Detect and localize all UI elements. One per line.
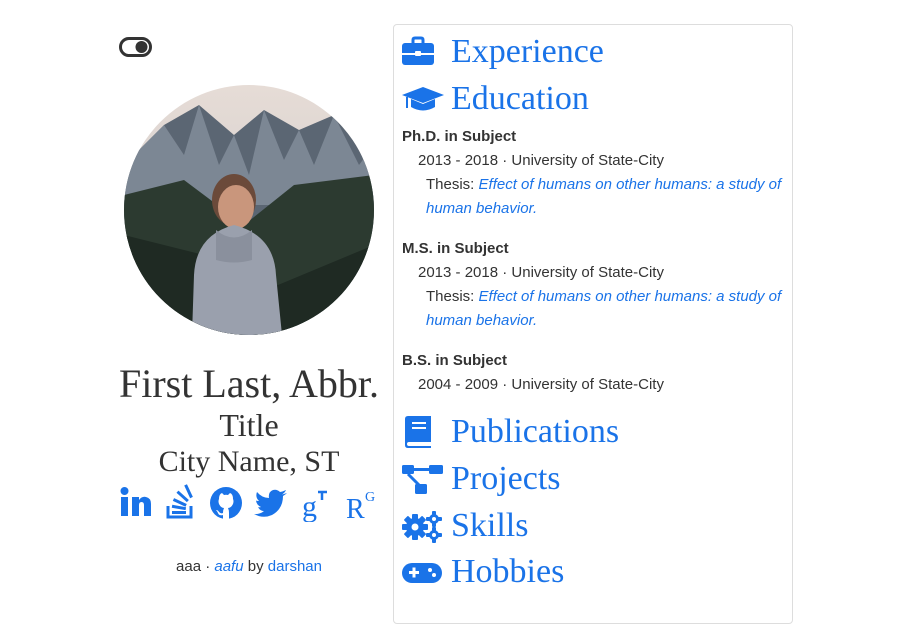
footer: aaa · aafu by darshan	[100, 558, 398, 575]
section-projects[interactable]: Projects	[401, 456, 561, 502]
section-education-label: Education	[451, 80, 589, 117]
book-icon	[401, 415, 445, 449]
footer-link-aafu[interactable]: aafu	[214, 558, 243, 575]
section-experience-label: Experience	[451, 33, 604, 70]
degree-ms-years: 2013 - 2018 · University of State-City	[418, 264, 664, 281]
svg-text:g: g	[302, 490, 317, 522]
section-projects-label: Projects	[451, 460, 561, 497]
section-experience[interactable]: Experience	[401, 29, 604, 75]
toggle-icon	[119, 37, 152, 57]
profile-location: City Name, ST	[158, 445, 340, 478]
svg-text:R: R	[346, 494, 365, 522]
thesis-label: Thesis:	[426, 176, 479, 193]
section-publications[interactable]: Publications	[401, 409, 619, 455]
stackoverflow-link[interactable]	[163, 484, 199, 522]
degree-ms-thesis: Thesis: Effect of humans on other humans…	[426, 285, 786, 333]
gears-icon	[401, 509, 445, 543]
degree-ms: M.S. in Subject	[402, 240, 509, 257]
section-skills-label: Skills	[451, 507, 529, 544]
section-education[interactable]: Education	[401, 76, 589, 122]
stackoverflow-icon	[166, 484, 193, 519]
footer-link-darshan[interactable]: darshan	[268, 558, 322, 575]
section-publications-label: Publications	[451, 413, 620, 450]
social-links: g R G	[118, 484, 380, 525]
profile-photo	[124, 85, 374, 335]
degree-bs-years: 2004 - 2009 · University of State-City	[418, 376, 664, 393]
footer-prefix: aaa ·	[176, 558, 215, 575]
profile-title: Title	[219, 407, 279, 443]
profile-name: First Last, Abbr.	[118, 361, 380, 406]
briefcase-icon	[401, 35, 445, 69]
thesis-link[interactable]: Effect of humans on other humans: a stud…	[426, 176, 781, 217]
graduation-cap-icon	[401, 82, 445, 116]
project-diagram-icon	[401, 462, 445, 496]
section-skills[interactable]: Skills	[401, 503, 528, 549]
gamepad-icon	[401, 555, 445, 589]
linkedin-icon	[120, 487, 151, 516]
section-hobbies-label: Hobbies	[451, 553, 565, 590]
degree-bs: B.S. in Subject	[402, 352, 508, 369]
google-scholar-icon: g	[302, 490, 327, 523]
researchgate-link[interactable]: R G	[344, 484, 380, 525]
degree-phd: Ph.D. in Subject	[402, 128, 517, 145]
github-icon	[210, 487, 242, 519]
github-link[interactable]	[208, 484, 244, 522]
thesis-link[interactable]: Effect of humans on other humans: a stud…	[426, 288, 781, 329]
degree-phd-thesis: Thesis: Effect of humans on other humans…	[426, 173, 786, 221]
linkedin-link[interactable]	[118, 484, 154, 522]
footer-by: by	[243, 558, 268, 575]
svg-text:G: G	[365, 490, 375, 505]
theme-toggle[interactable]	[119, 37, 152, 57]
degree-phd-years: 2013 - 2018 · University of State-City	[418, 152, 664, 169]
section-hobbies[interactable]: Hobbies	[401, 549, 564, 595]
twitter-link[interactable]	[253, 484, 289, 522]
google-scholar-link[interactable]: g	[300, 484, 336, 523]
twitter-icon	[254, 489, 287, 517]
researchgate-icon: R G	[346, 490, 375, 525]
thesis-label: Thesis:	[426, 288, 479, 305]
